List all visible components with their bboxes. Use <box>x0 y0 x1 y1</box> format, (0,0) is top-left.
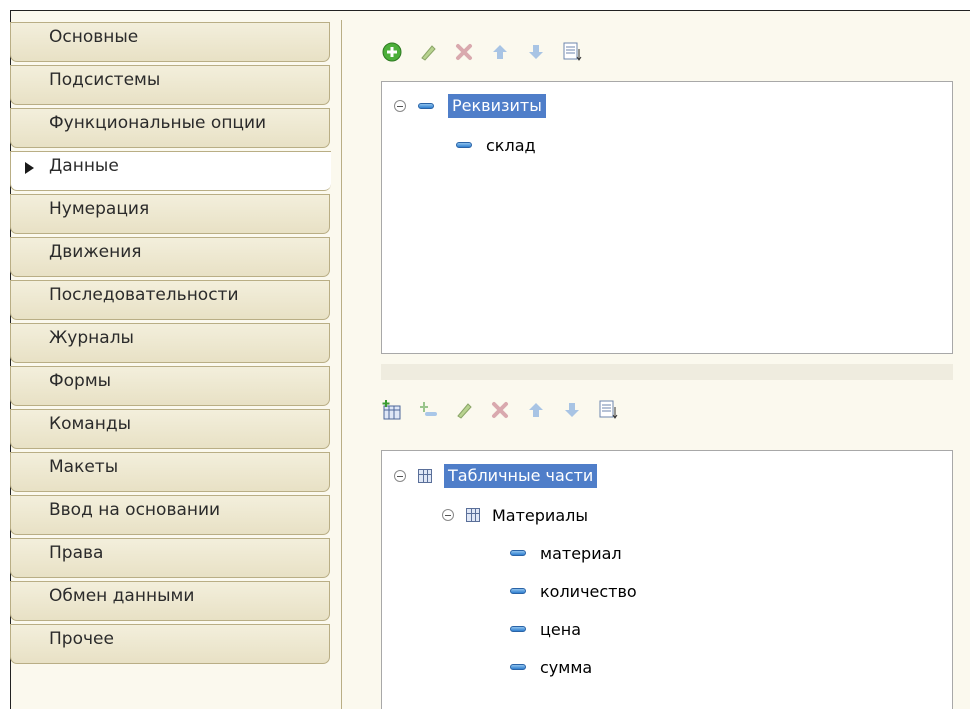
sidebar-divider <box>341 20 342 709</box>
sidebar-item-formy[interactable]: Формы <box>10 366 330 406</box>
sidebar-item-label: Ввод на основании <box>49 500 221 520</box>
delete-button[interactable] <box>488 398 512 422</box>
tree-row-tabular-parts[interactable]: Табличные части <box>394 463 598 489</box>
attribute-icon <box>510 550 526 556</box>
attribute-icon <box>456 142 472 148</box>
tree-label: Реквизиты <box>448 94 546 118</box>
sidebar-item-funktsionalnye-optsii[interactable]: Функциональные опции <box>10 108 330 148</box>
sort-icon <box>599 400 618 419</box>
panel-splitter[interactable] <box>381 364 953 380</box>
tree-row-attribute[interactable]: количество <box>510 578 637 604</box>
sidebar-item-label: Обмен данными <box>49 586 195 606</box>
sidebar-item-label: Прочее <box>49 629 114 649</box>
add-table-button[interactable] <box>380 398 404 422</box>
move-up-icon <box>493 45 507 59</box>
attribute-icon <box>418 103 434 109</box>
sidebar-item-label: Журналы <box>49 328 134 348</box>
sidebar-item-label: Нумерация <box>49 199 150 219</box>
edit-icon <box>457 403 472 419</box>
sidebar-item-label: Основные <box>49 27 139 47</box>
sidebar-item-obmen-dannymi[interactable]: Обмен данными <box>10 581 330 621</box>
sidebar-item-makety[interactable]: Макеты <box>10 452 330 492</box>
sidebar-item-vvod-na-osnovanii[interactable]: Ввод на основании <box>10 495 330 535</box>
tree-row-attribute[interactable]: сумма <box>510 654 592 680</box>
add-table-icon <box>382 400 401 420</box>
edit-icon <box>421 45 436 61</box>
tree-row-materials[interactable]: Материалы <box>442 502 588 528</box>
sidebar-item-label: Подсистемы <box>49 70 161 90</box>
sidebar-item-label: Права <box>49 543 104 563</box>
tabular-toolbar <box>380 396 620 424</box>
sidebar-item-label: Макеты <box>49 457 119 477</box>
edit-button[interactable] <box>452 398 476 422</box>
sidebar-item-label: Команды <box>49 414 132 434</box>
attribute-icon <box>510 626 526 632</box>
edit-button[interactable] <box>416 40 440 64</box>
sidebar-item-prochee[interactable]: Прочее <box>10 624 330 664</box>
sidebar-item-label: Последовательности <box>49 285 239 305</box>
move-up-icon <box>529 403 543 417</box>
move-down-button[interactable] <box>524 40 548 64</box>
sidebar-item-posledovatelnosti[interactable]: Последовательности <box>10 280 330 320</box>
tree-row-attributes[interactable]: Реквизиты <box>394 93 546 119</box>
delete-icon <box>492 402 508 418</box>
sidebar-item-dannye[interactable]: Данные <box>10 151 331 191</box>
collapse-icon[interactable] <box>394 100 406 112</box>
tree-label: Материалы <box>492 505 588 525</box>
attributes-toolbar <box>380 38 584 66</box>
tree-row-attribute[interactable]: склад <box>456 132 536 158</box>
sort-button[interactable] <box>560 40 584 64</box>
add-button[interactable] <box>380 40 404 64</box>
tabular-parts-tree: Табличные части Материалы материал колич… <box>381 450 953 709</box>
move-up-button[interactable] <box>488 40 512 64</box>
table-icon <box>418 469 432 483</box>
tree-label: цена <box>540 619 581 639</box>
sidebar-item-numeratsiya[interactable]: Нумерация <box>10 194 330 234</box>
sidebar-item-label: Данные <box>49 156 119 176</box>
sidebar-item-podsistemy[interactable]: Подсистемы <box>10 65 330 105</box>
sort-button[interactable] <box>596 398 620 422</box>
add-attribute-button[interactable] <box>416 398 440 422</box>
tree-row-attribute[interactable]: цена <box>510 616 581 642</box>
tree-label: количество <box>540 581 637 601</box>
sidebar-item-label: Движения <box>49 242 142 262</box>
tree-label: материал <box>540 543 622 563</box>
tree-label: склад <box>486 135 536 155</box>
attribute-icon <box>510 588 526 594</box>
move-down-button[interactable] <box>560 398 584 422</box>
sidebar-item-zhurnaly[interactable]: Журналы <box>10 323 330 363</box>
tree-label: Табличные части <box>444 464 598 488</box>
active-arrow-icon <box>25 162 34 174</box>
sidebar-item-label: Формы <box>49 371 112 391</box>
sidebar-item-komandy[interactable]: Команды <box>10 409 330 449</box>
sidebar-item-osnovnye[interactable]: Основные <box>10 22 330 62</box>
sidebar-item-dvizheniya[interactable]: Движения <box>10 237 330 277</box>
add-icon <box>382 42 402 62</box>
sidebar-item-label: Функциональные опции <box>49 113 267 133</box>
collapse-icon[interactable] <box>394 470 406 482</box>
add-attribute-icon <box>420 402 437 416</box>
sort-icon <box>563 42 582 61</box>
move-up-button[interactable] <box>524 398 548 422</box>
table-icon <box>466 508 480 522</box>
delete-button[interactable] <box>452 40 476 64</box>
attributes-tree: Реквизиты склад <box>381 81 953 354</box>
move-down-icon <box>565 403 579 417</box>
delete-icon <box>456 44 472 60</box>
move-down-icon <box>529 45 543 59</box>
tree-label: сумма <box>540 657 593 677</box>
sidebar-item-prava[interactable]: Права <box>10 538 330 578</box>
tree-row-attribute[interactable]: материал <box>510 540 622 566</box>
collapse-icon[interactable] <box>442 509 454 521</box>
attribute-icon <box>510 664 526 670</box>
